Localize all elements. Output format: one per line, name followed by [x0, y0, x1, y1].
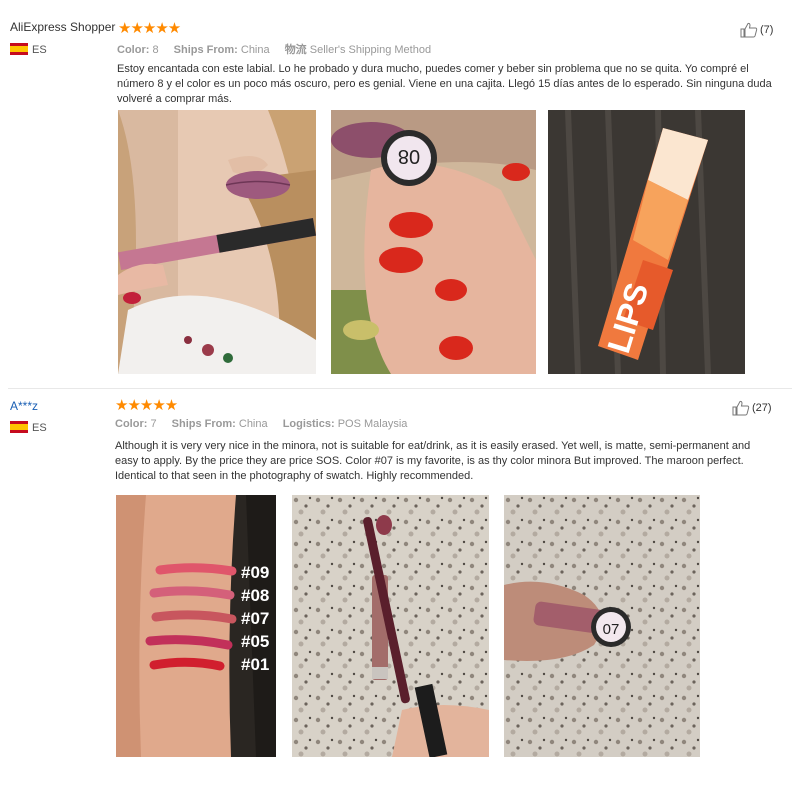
review-photo-cap[interactable]: 08 — [331, 110, 536, 374]
helpful-button[interactable]: (7) — [740, 22, 773, 38]
thumbs-up-icon — [732, 400, 750, 416]
swatch-label-07: #07 — [241, 609, 269, 628]
logistics-value: POS Malaysia — [337, 418, 408, 430]
reviewer-country: ES — [10, 43, 47, 56]
spain-flag-icon — [10, 43, 28, 55]
country-code: ES — [32, 44, 47, 56]
star-rating: ★★★★★ — [118, 20, 181, 37]
review-card: A***z ES ★★★★★ Color: 7 Ships From: Chin… — [0, 389, 800, 800]
logistics-value: Seller's Shipping Method — [309, 44, 432, 56]
review-photo-lips[interactable] — [118, 110, 316, 374]
logistics-label: 物流 — [284, 44, 307, 56]
review-photo-cap-07[interactable]: 07 — [504, 495, 700, 757]
color-value: 7 — [150, 418, 157, 430]
helpful-count: (27) — [752, 402, 772, 414]
helpful-count: (7) — [760, 24, 774, 36]
color-value: 8 — [152, 44, 159, 56]
swatch-label-01: #01 — [241, 655, 269, 674]
swatch-label-05: #05 — [241, 632, 269, 651]
star-rating: ★★★★★ — [115, 397, 178, 414]
ships-from-value: China — [238, 418, 268, 430]
reviewer-name[interactable]: AliExpress Shopper — [10, 20, 115, 34]
color-label: Color: — [115, 418, 148, 430]
cap-number: 07 — [603, 621, 620, 638]
review-text: Estoy encantada con este labial. Lo he p… — [117, 63, 772, 105]
review-photo-swatches[interactable]: #09 #08 #07 #05 #01 — [116, 495, 276, 757]
ships-from-label: Ships From: — [173, 44, 238, 56]
helpful-button[interactable]: (27) — [732, 400, 772, 416]
swatch-label-08: #08 — [241, 586, 269, 605]
color-label: Color: — [117, 44, 150, 56]
ships-from-label: Ships From: — [171, 418, 236, 430]
spain-flag-icon — [10, 421, 28, 433]
cap-number: 08 — [398, 145, 420, 167]
logistics-label: Logistics: — [282, 418, 335, 430]
reviewer-name[interactable]: A***z — [10, 399, 38, 413]
reviewer-country: ES — [10, 421, 47, 434]
review-text: Although it is very very nice in the min… — [115, 440, 751, 482]
thumbs-up-icon — [740, 22, 758, 38]
ships-from-value: China — [240, 44, 270, 56]
review-meta: Color: 7 Ships From: China Logistics: PO… — [115, 418, 407, 430]
review-photo-box[interactable]: LIPS — [548, 110, 745, 374]
country-code: ES — [32, 422, 47, 434]
review-meta: Color: 8 Ships From: China 物流 Seller's S… — [117, 41, 431, 57]
review-card: AliExpress Shopper ES ★★★★★ Color: 8 Shi… — [0, 0, 800, 388]
swatch-label-09: #09 — [241, 563, 269, 582]
review-photo-wand[interactable] — [292, 495, 489, 757]
